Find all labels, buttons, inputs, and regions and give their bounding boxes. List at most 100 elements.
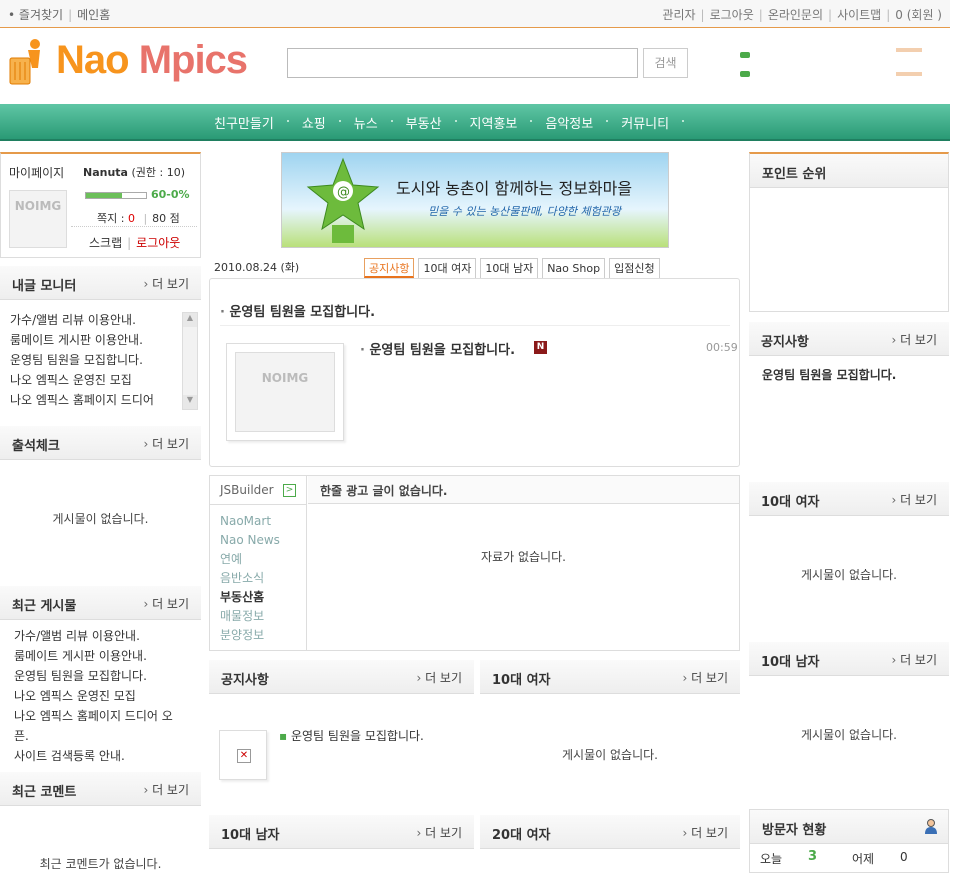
- jsbuilder-link[interactable]: 부동산홈: [220, 588, 280, 607]
- list-item[interactable]: 룸메이트 게시판 이용안내.: [10, 330, 175, 350]
- tab-1[interactable]: 10대 여자: [418, 258, 477, 278]
- center-notice-title: 공지사항: [221, 673, 269, 688]
- nav-item[interactable]: 뉴스: [340, 113, 393, 132]
- list-item[interactable]: 나오 엠픽스 운영진 모집: [10, 370, 175, 390]
- center-twenties-female-panel: 20대 여자 더 보기: [480, 815, 740, 873]
- right-notice-more-link[interactable]: 더 보기: [891, 331, 937, 348]
- comments-title: 최근 코멘트: [12, 785, 77, 800]
- mypage-panel: 마이페이지 Nanuta (권한 : 10) NOIMG 60-0% 쪽지 : …: [0, 152, 201, 258]
- list-item[interactable]: 가수/앨범 리뷰 이용안내.: [10, 310, 175, 330]
- center-notice-item[interactable]: ▪ 운영팀 팀원을 모집합니다.: [279, 727, 424, 744]
- arrow-right-icon[interactable]: >: [283, 484, 296, 497]
- yesterday-count: 0: [900, 850, 908, 864]
- note-label: 쪽지 :: [97, 212, 125, 225]
- center-teen-male-title: 10대 남자: [221, 828, 280, 843]
- current-date: 2010.08.24 (화): [214, 261, 300, 274]
- list-item[interactable]: 룸메이트 게시판 이용안내.: [14, 646, 199, 666]
- banner-headline: 도시와 농촌이 함께하는 정보화마을: [396, 179, 633, 198]
- nav-item[interactable]: 음악정보: [531, 113, 609, 132]
- list-item[interactable]: 운영팀 팀원을 모집합니다.: [14, 666, 199, 686]
- list-item[interactable]: 나오 엠픽스 운영진 모집: [14, 686, 199, 706]
- nav-item[interactable]: 지역홍보: [456, 113, 533, 132]
- list-item[interactable]: 픈.: [14, 726, 199, 746]
- notice-headline[interactable]: 운영팀 팀원을 모집합니다.: [220, 301, 375, 320]
- nav-item[interactable]: 커뮤니티: [607, 113, 684, 132]
- list-item[interactable]: 나오 엠픽스 홈페이지 드디어 오: [14, 706, 199, 726]
- oneline-ad-header: 한줄 광고 글이 없습니다.: [308, 476, 739, 504]
- comments-more-link[interactable]: 더 보기: [143, 781, 189, 798]
- monitor-scrollbar[interactable]: ▲ ▼: [182, 312, 198, 410]
- jsbuilder-link[interactable]: NaoMart: [220, 512, 280, 531]
- jsbuilder-box: JSBuilder > NaoMart Nao News 연예 음반소식 부동산홈 매물정…: [209, 475, 740, 651]
- right-teen-female-empty: 게시물이 없습니다.: [801, 568, 897, 582]
- search-button[interactable]: 검색: [643, 48, 688, 78]
- nav-item[interactable]: 부동산: [392, 113, 457, 132]
- list-item[interactable]: 운영팀 팀원을 모집합니다.: [10, 350, 175, 370]
- monitor-title: 내글 모니터: [12, 279, 77, 294]
- center-notice-more-link[interactable]: 더 보기: [416, 669, 462, 686]
- avatar: NOIMG: [9, 190, 67, 248]
- points-value: 80 점: [152, 212, 180, 225]
- mypage-logout-link[interactable]: 로그아웃: [136, 236, 180, 250]
- logout-link[interactable]: 로그아웃: [710, 8, 754, 22]
- bullet-icon: •: [8, 8, 16, 22]
- tab-2[interactable]: 10대 남자: [480, 258, 539, 278]
- post-time: 00:59: [706, 341, 738, 354]
- status-dot-icon: [740, 71, 750, 77]
- attendance-title: 출석체크: [12, 439, 60, 454]
- jsbuilder-links: NaoMart Nao News 연예 음반소식 부동산홈 매물정보 분양정보: [220, 512, 280, 645]
- jsbuilder-link[interactable]: 분양정보: [220, 626, 280, 645]
- post-title[interactable]: 운영팀 팀원을 모집합니다.: [360, 339, 515, 358]
- recent-comments-panel: 최근 코멘트 더 보기 최근 코멘트가 없습니다.: [0, 772, 201, 873]
- post-thumbnail[interactable]: NOIMG: [226, 343, 344, 441]
- center-teen-male-more-link[interactable]: 더 보기: [416, 824, 462, 841]
- right-notice-panel: 공지사항 더 보기 운영팀 팀원을 모집합니다.: [749, 322, 949, 472]
- tab-4[interactable]: 입점신청: [609, 258, 660, 278]
- search-input[interactable]: [287, 48, 638, 78]
- main-home-link[interactable]: 메인홈: [77, 8, 110, 22]
- site-logo[interactable]: Nao Mpics: [8, 36, 248, 92]
- jsbuilder-link[interactable]: 매물정보: [220, 607, 280, 626]
- svg-text:@: @: [337, 185, 350, 200]
- new-badge-icon: [896, 72, 922, 76]
- monitor-more-link[interactable]: 더 보기: [143, 275, 189, 292]
- scrap-link[interactable]: 스크랩: [89, 236, 122, 250]
- inquiry-link[interactable]: 온라인문의: [768, 8, 823, 22]
- user-icon: [925, 819, 937, 834]
- tab-0[interactable]: 공지사항: [364, 258, 415, 278]
- list-item[interactable]: 사이트 검색등록 안내.: [14, 746, 199, 766]
- jsbuilder-link[interactable]: Nao News: [220, 531, 280, 550]
- right-notice-item[interactable]: 운영팀 팀원을 모집합니다.: [762, 366, 896, 383]
- recent-more-link[interactable]: 더 보기: [143, 595, 189, 612]
- right-teen-female-title: 10대 여자: [761, 495, 820, 510]
- favorites-link[interactable]: 즐겨찾기: [19, 8, 63, 22]
- admin-link[interactable]: 관리자: [662, 8, 695, 22]
- scroll-down-icon[interactable]: ▼: [183, 395, 197, 409]
- member-count: 0 (회원 ): [895, 8, 942, 22]
- attendance-empty: 게시물이 없습니다.: [52, 512, 149, 526]
- right-teen-female-more-link[interactable]: 더 보기: [891, 491, 937, 508]
- jsbuilder-empty: 자료가 없습니다.: [481, 550, 566, 564]
- banner[interactable]: @ 도시와 농촌이 함께하는 정보화마을 믿을 수 있는 농산물판매, 다양한 …: [281, 152, 669, 248]
- jsbuilder-label: JSBuilder: [220, 483, 274, 497]
- right-teen-male-more-link[interactable]: 더 보기: [891, 651, 937, 668]
- list-item[interactable]: 나오 엠픽스 홈페이지 드디어: [10, 390, 175, 410]
- scroll-up-icon[interactable]: ▲: [183, 313, 197, 327]
- nav-item[interactable]: 쇼핑: [288, 113, 341, 132]
- center-teen-female-more-link[interactable]: 더 보기: [682, 669, 728, 686]
- note-count[interactable]: 0: [128, 212, 135, 225]
- right-teen-male-panel: 10대 남자 더 보기 게시물이 없습니다.: [749, 642, 949, 792]
- tab-3[interactable]: Nao Shop: [542, 258, 606, 278]
- notice-tabs: 공지사항 10대 여자 10대 남자 Nao Shop 입점신청: [364, 258, 660, 278]
- yesterday-label: 어제: [852, 852, 875, 866]
- jsbuilder-link[interactable]: 음반소식: [220, 569, 280, 588]
- recent-title: 최근 게시물: [12, 599, 77, 614]
- sitemap-link[interactable]: 사이트맵: [837, 8, 881, 22]
- jsbuilder-link[interactable]: 연예: [220, 550, 280, 569]
- list-item[interactable]: 가수/앨범 리뷰 이용안내.: [14, 626, 199, 646]
- nav-item[interactable]: 친구만들기: [200, 113, 289, 132]
- broken-image-icon: ✕: [219, 730, 267, 780]
- attendance-more-link[interactable]: 더 보기: [143, 435, 189, 452]
- center-twenties-female-more-link[interactable]: 더 보기: [682, 824, 728, 841]
- point-ranking-title: 포인트 순위: [762, 167, 827, 182]
